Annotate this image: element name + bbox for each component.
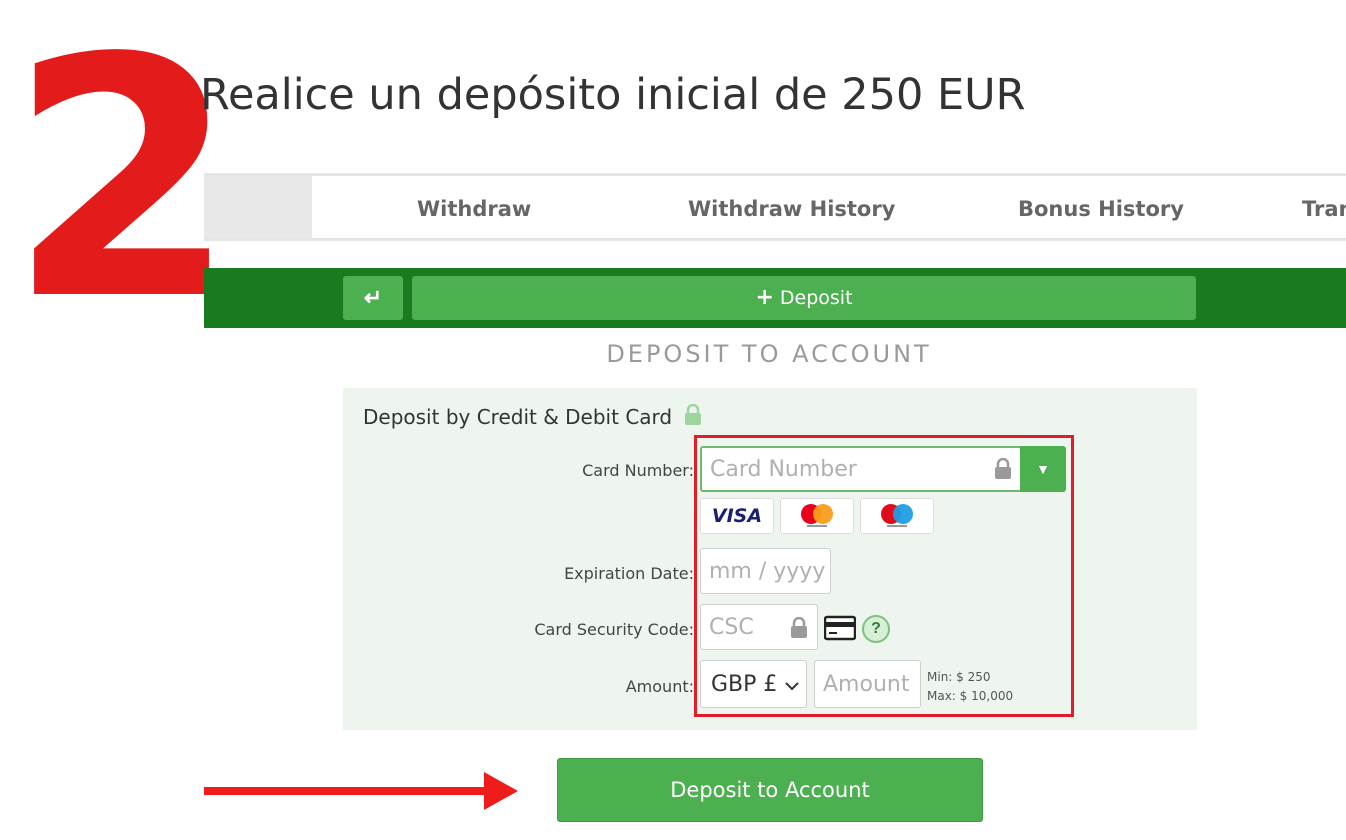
csc-label: Card Security Code: xyxy=(534,620,694,639)
return-arrow-icon: ↵ xyxy=(363,285,383,310)
card-type-dropdown-button[interactable]: ▼ xyxy=(1020,446,1066,492)
card-number-input[interactable]: Card Number xyxy=(700,446,1022,492)
expiration-date-label: Expiration Date: xyxy=(564,564,694,583)
chevron-down-icon xyxy=(785,672,800,697)
amount-input[interactable]: Amount xyxy=(814,660,921,708)
currency-value: GBP £ xyxy=(711,671,778,697)
lock-icon xyxy=(684,403,702,431)
currency-select[interactable]: GBP £ xyxy=(700,660,807,708)
amount-max: Max: $ 10,000 xyxy=(927,689,1014,703)
tab-active-placeholder xyxy=(204,176,312,238)
pointer-arrow-line xyxy=(204,787,494,795)
tab-withdraw-history[interactable]: Withdraw History xyxy=(688,176,895,238)
amount-label: Amount: xyxy=(625,677,694,696)
csc-lock-icon xyxy=(790,616,808,644)
tab-bonus-history[interactable]: Bonus History xyxy=(1018,176,1184,238)
deposit-to-account-button[interactable]: Deposit to Account xyxy=(557,758,983,822)
tab-withdraw[interactable]: Withdraw xyxy=(417,176,531,238)
visa-logo: VISA xyxy=(700,498,774,534)
action-bar: ↵ + Deposit xyxy=(204,268,1346,328)
deposit-tab-button[interactable]: + Deposit xyxy=(412,276,1196,320)
card-lock-icon xyxy=(994,457,1012,485)
card-number-label: Card Number: xyxy=(582,461,694,480)
amount-placeholder: Amount xyxy=(823,671,910,697)
credit-card-icon xyxy=(823,615,857,646)
csc-help-icon[interactable]: ? xyxy=(862,615,890,643)
pointer-arrow-icon xyxy=(484,772,518,810)
step-headline: Realice un depósito inicial de 250 EUR xyxy=(200,70,1026,120)
amount-limits: Min: $ 250 Max: $ 10,000 xyxy=(927,668,1013,706)
triangle-down-icon: ▼ xyxy=(1036,461,1050,477)
section-title: DEPOSIT TO ACCOUNT xyxy=(606,340,932,368)
deposit-tab-label: Deposit xyxy=(779,287,853,309)
back-button[interactable]: ↵ xyxy=(343,276,403,320)
tab-bar: Withdraw Withdraw History Bonus History … xyxy=(204,173,1346,241)
card-number-placeholder: Card Number xyxy=(710,456,857,482)
csc-placeholder: CSC xyxy=(709,614,754,640)
expiration-placeholder: mm / yyyy xyxy=(709,558,826,584)
step-number: 2 xyxy=(8,0,238,372)
form-title-text: Deposit by Credit & Debit Card xyxy=(363,405,673,429)
amount-min: Min: $ 250 xyxy=(927,670,991,684)
tab-transactions[interactable]: Tran xyxy=(1302,176,1346,238)
plus-icon: + xyxy=(755,285,774,310)
maestro-logo xyxy=(860,498,934,534)
form-title: Deposit by Credit & Debit Card xyxy=(363,403,702,431)
expiration-date-input[interactable]: mm / yyyy xyxy=(700,548,831,594)
mastercard-logo xyxy=(780,498,854,534)
